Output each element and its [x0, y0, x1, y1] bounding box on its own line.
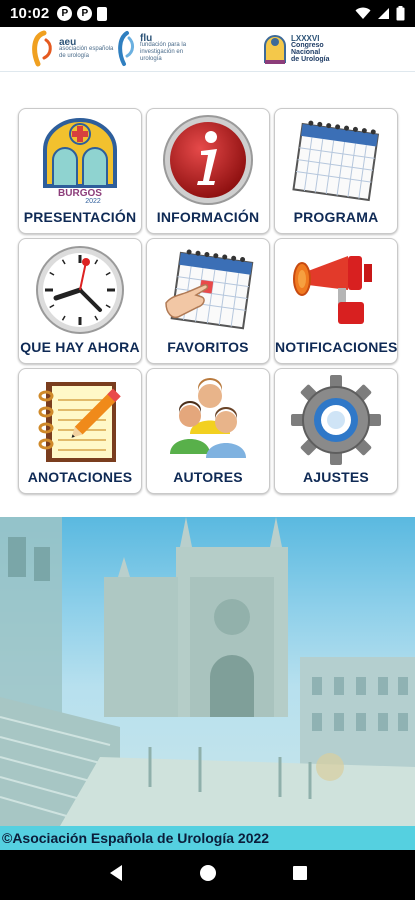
sim-icon	[97, 6, 108, 21]
menu-label-que-hay-ahora: QUE HAY AHORA	[20, 339, 140, 355]
congress-line3: de Urología	[291, 56, 330, 63]
congress-roman: LXXXVI	[291, 34, 320, 43]
congress-line2: Nacional	[291, 49, 321, 56]
megaphone-icon	[286, 245, 386, 335]
menu-tile-notificaciones[interactable]: NOTIFICACIONES	[274, 238, 398, 364]
menu-tile-presentacion[interactable]: BURGOS 2022 PRESENTACIÓN	[18, 108, 142, 234]
notification-p-icon: P	[57, 6, 73, 21]
burgos-logo-year: 2022	[85, 198, 101, 204]
flu-logo-icon	[118, 31, 134, 66]
aeu-logo: aeu asociación española de urología	[30, 30, 117, 68]
calendar-icon	[286, 115, 386, 205]
cathedral-background-image	[0, 517, 415, 826]
menu-tile-ajustes[interactable]: AJUSTES	[274, 368, 398, 494]
wifi-icon	[355, 7, 371, 19]
menu-tile-que-hay-ahora[interactable]: QUE HAY AHORA	[18, 238, 142, 364]
back-icon	[109, 864, 122, 881]
menu-label-favoritos: FAVORITOS	[167, 339, 249, 355]
home-button[interactable]	[199, 864, 217, 887]
gear-icon	[286, 375, 386, 465]
menu-tile-anotaciones[interactable]: ANOTACIONES	[18, 368, 142, 494]
signal-icon	[378, 8, 389, 19]
congress-logo-icon	[264, 35, 286, 64]
congress-logo: LXXXVI Congreso Nacional de Urología	[262, 30, 330, 68]
clock-icon	[30, 245, 130, 335]
menu-label-notificaciones: NOTIFICACIONES	[275, 339, 398, 355]
main-menu-grid: BURGOS 2022 PRESENTACIÓN INFORMACIÓN PRO…	[18, 108, 398, 494]
flu-logo-name: flu	[140, 33, 153, 44]
aeu-logo-icon	[32, 30, 52, 67]
info-icon	[158, 115, 258, 205]
status-time: 10:02	[10, 5, 50, 22]
system-navigation-bar	[0, 850, 415, 900]
aeu-logo-sub: asociación española de urología	[59, 45, 114, 59]
menu-tile-programa[interactable]: PROGRAMA	[274, 108, 398, 234]
menu-label-ajustes: AJUSTES	[303, 469, 369, 485]
flu-logo-sub: fundación para la investigación en urolo…	[140, 42, 187, 62]
menu-label-anotaciones: ANOTACIONES	[27, 469, 133, 485]
recents-button[interactable]	[292, 865, 308, 886]
menu-tile-autores[interactable]: AUTORES	[146, 368, 270, 494]
flu-logo: flu fundación para la investigación en ur…	[115, 30, 206, 68]
menu-label-informacion: INFORMACIÓN	[156, 209, 260, 225]
status-bar: 10:02 P P	[0, 0, 415, 27]
burgos-logo-icon: BURGOS 2022	[30, 115, 130, 205]
copyright-bar: ©Asociación Española de Urología 2022	[0, 826, 415, 850]
menu-tile-informacion[interactable]: INFORMACIÓN	[146, 108, 270, 234]
app-header: aeu asociación española de urología flu fu…	[0, 27, 415, 72]
menu-label-programa: PROGRAMA	[293, 209, 379, 225]
congress-line1: Congreso	[291, 42, 324, 49]
notepad-icon	[30, 375, 130, 465]
home-icon	[199, 864, 216, 881]
recents-icon	[292, 865, 307, 880]
menu-label-autores: AUTORES	[173, 469, 243, 485]
battery-icon	[396, 6, 405, 21]
people-icon	[158, 375, 258, 465]
calendar-hand-icon	[158, 245, 258, 335]
menu-tile-favoritos[interactable]: FAVORITOS	[146, 238, 270, 364]
back-button[interactable]	[108, 864, 124, 887]
notification-p-icon-2: P	[77, 6, 93, 21]
menu-label-presentacion: PRESENTACIÓN	[23, 209, 137, 225]
aeu-logo-name: aeu	[59, 36, 77, 48]
